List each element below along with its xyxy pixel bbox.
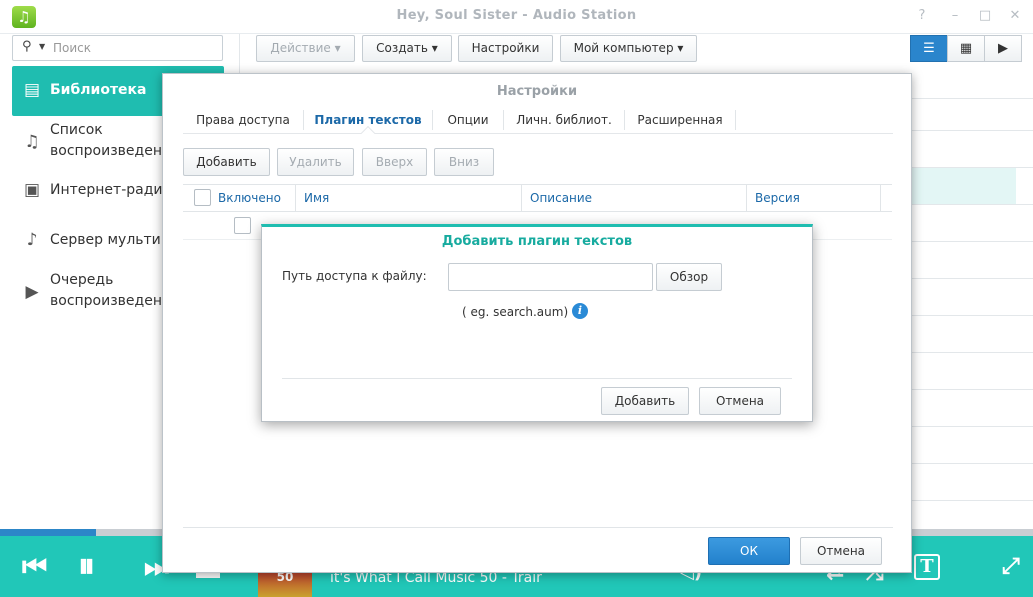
expand-icon[interactable]: ⤢ [1002, 554, 1020, 579]
my-computer-button[interactable]: Мой компьютер ▾ [560, 35, 697, 62]
plugin-enabled-checkbox[interactable] [234, 217, 251, 234]
sidebar-item-label: Список воспроизведения [50, 122, 180, 159]
search-icon: ⚲ [22, 39, 32, 54]
grid-view-icon[interactable]: ▦ [947, 35, 985, 62]
create-button[interactable]: Создать ▾ [362, 35, 452, 62]
file-path-label: Путь доступа к файлу: [282, 269, 427, 283]
title-bar: ♫ Hey, Soul Sister - Audio Station ? – □… [0, 0, 1033, 34]
move-down-button[interactable]: Вниз [434, 148, 494, 176]
media-server-icon: ♪ [26, 230, 38, 250]
settings-tabs: Права доступа Плагин текстов Опции Личн.… [183, 106, 893, 141]
background-track-list [912, 72, 1033, 527]
column-enabled[interactable]: Включено [218, 185, 281, 211]
radio-icon: ▣ [23, 180, 41, 200]
library-icon: ▤ [23, 80, 41, 100]
browse-button[interactable]: Обзор [656, 263, 722, 291]
column-description[interactable]: Описание [530, 185, 592, 211]
add-plugin-dialog-title: Добавить плагин текстов [441, 234, 633, 249]
tab-personal-library[interactable]: Личн. библиот. [504, 106, 624, 134]
chevron-down-icon[interactable]: ▼ [39, 42, 45, 51]
select-all-checkbox[interactable] [194, 189, 211, 206]
search-input[interactable]: ⚲ ▼ Поиск [12, 35, 223, 61]
add-plugin-dialog: Добавить плагин текстов Путь доступа к ф… [261, 224, 813, 422]
plugin-grid-header: Включено Имя Описание Версия [183, 184, 892, 212]
sub-dialog-divider [282, 378, 792, 379]
album-art: 50 [258, 570, 312, 597]
delete-plugin-button[interactable]: Удалить [277, 148, 354, 176]
column-version[interactable]: Версия [755, 185, 800, 211]
window-title: Hey, Soul Sister - Audio Station [396, 8, 637, 23]
ok-button[interactable]: ОК [708, 537, 790, 565]
column-name[interactable]: Имя [304, 185, 329, 211]
dialog-footer-divider [183, 527, 893, 528]
info-icon[interactable]: i [572, 303, 588, 319]
pause-icon[interactable]: ⏸ [78, 546, 95, 586]
search-placeholder: Поиск [53, 41, 92, 55]
play-queue-icon: ▶ [25, 282, 39, 302]
sidebar-item-label: Сервер мультимедиа [50, 232, 170, 248]
action-button[interactable]: Действие ▾ [256, 35, 355, 62]
lyrics-icon[interactable]: T [914, 554, 940, 580]
previous-track-icon[interactable]: ⏮ [22, 550, 47, 584]
settings-dialog-title: Настройки [496, 84, 578, 99]
playlist-icon: ♫ [24, 132, 40, 152]
player-view-icon[interactable]: ▶ [984, 35, 1022, 62]
help-icon[interactable]: ? [912, 7, 932, 25]
tab-access-rights[interactable]: Права доступа [183, 106, 303, 134]
minimize-icon[interactable]: – [945, 7, 965, 25]
move-up-button[interactable]: Вверх [362, 148, 427, 176]
tab-options[interactable]: Опции [433, 106, 503, 134]
cancel-add-button[interactable]: Отмена [699, 387, 781, 415]
playback-progress-fill [0, 529, 97, 536]
close-icon[interactable]: ✕ [1005, 7, 1025, 25]
sidebar-item-label: Интернет-радио [50, 182, 170, 198]
cancel-button[interactable]: Отмена [800, 537, 882, 565]
sidebar-item-label: Очередь воспроизведения [50, 272, 175, 309]
add-button[interactable]: Добавить [601, 387, 689, 415]
add-plugin-button[interactable]: Добавить [183, 148, 270, 176]
view-switcher: ☰ ▦ ▶ [910, 35, 1022, 62]
file-path-input[interactable] [448, 263, 653, 291]
settings-button[interactable]: Настройки [458, 35, 553, 62]
list-view-icon[interactable]: ☰ [910, 35, 948, 62]
tab-advanced[interactable]: Расширенная [625, 106, 735, 134]
file-path-hint: ( eg. search.aum) [462, 305, 569, 319]
maximize-icon[interactable]: □ [975, 7, 995, 25]
